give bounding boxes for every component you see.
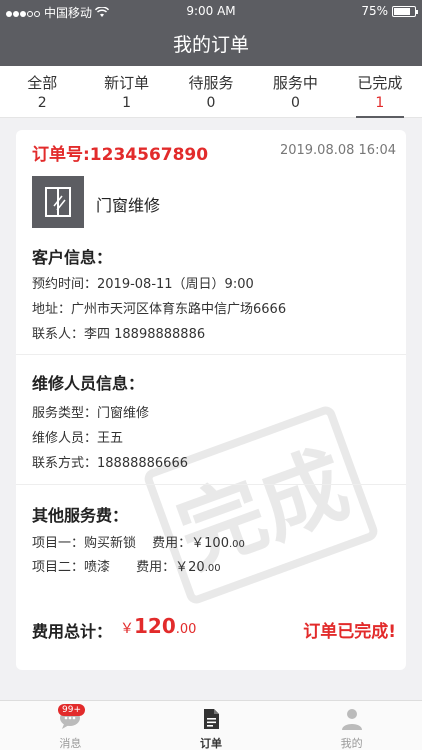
tab-label: 待服务 [188, 74, 234, 92]
page-title: 我的订单 [0, 24, 422, 66]
document-icon [204, 709, 219, 729]
bottom-tab-messages[interactable]: 99+ 消息 [0, 701, 141, 750]
bottom-tab-label: 消息 [59, 737, 82, 750]
customer-contact: 联系人：李四 18898888886 [32, 327, 206, 342]
tab-label: 服务中 [272, 74, 318, 92]
tab-count: 2 [37, 95, 47, 111]
customer-info-title: 客户信息： [32, 248, 113, 267]
bottom-tab-orders[interactable]: 订单 [141, 701, 282, 750]
repair-info-title: 维修人员信息： [32, 374, 145, 393]
repair-phone: 联系方式：18888886666 [32, 456, 188, 471]
tab-all[interactable]: 全部 2 [0, 66, 84, 117]
tab-count: 0 [290, 95, 300, 111]
other-fees-title: 其他服务费： [32, 506, 129, 525]
fee-item-decimal: .00 [204, 563, 221, 574]
fee-item-amount: 费用：￥20 [136, 560, 205, 575]
order-tabs: 全部 2 新订单 1 待服务 0 服务中 0 已完成 1 [0, 66, 422, 118]
service-type: 服务类型：门窗维修 [32, 406, 150, 421]
repair-person: 维修人员：王五 [32, 431, 124, 446]
tab-count: 1 [122, 95, 132, 111]
bottom-tab-label: 我的 [340, 737, 363, 750]
order-datetime: 2019.08.08 16:04 [279, 143, 396, 158]
tab-count: 1 [375, 95, 385, 111]
tab-count: 0 [206, 95, 216, 111]
order-header: 订单号:1234567890 2019.08.08 16:04 [32, 140, 396, 166]
messages-badge: 99+ [58, 704, 85, 716]
order-card[interactable]: 完成 订单号:1234567890 2019.08.08 16:04 门窗维修 … [16, 130, 406, 670]
appointment-time: 预约时间：2019-08-11（周日）9:00 [32, 277, 254, 292]
total-decimal: .00 [175, 622, 197, 637]
fee-item-amount: 费用：￥100 [152, 536, 229, 551]
service-name: 门窗维修 [96, 196, 161, 215]
bottom-tab-label: 订单 [200, 737, 222, 750]
tab-new[interactable]: 新订单 1 [84, 66, 168, 117]
customer-address: 地址：广州市天河区体育东路中信广场6666 [32, 302, 287, 317]
tab-in-service[interactable]: 服务中 0 [253, 66, 337, 117]
bottom-tab-bar: 99+ 消息 订单 我的 [0, 700, 422, 750]
window-door-icon [32, 176, 84, 228]
fee-item-2: 项目二：喷漆 费用：￥20.00 [32, 556, 221, 575]
status-right: 75% [361, 4, 418, 18]
divider [16, 354, 406, 355]
order-status: 订单已完成! [303, 622, 396, 642]
total-label: 费用总计： [32, 622, 113, 641]
order-number: 订单号:1234567890 [32, 145, 209, 165]
tab-label: 全部 [27, 74, 58, 92]
battery-icon [392, 5, 418, 17]
fee-item-name: 项目一：购买新锁 [32, 536, 137, 551]
tab-label: 已完成 [357, 74, 403, 92]
battery-percent: 75% [361, 4, 388, 18]
fee-item-1: 项目一：购买新锁 费用：￥100.00 [32, 532, 245, 551]
tab-pending[interactable]: 待服务 0 [169, 66, 253, 117]
person-icon [341, 709, 362, 730]
bottom-tab-mine[interactable]: 我的 [281, 701, 422, 750]
divider [16, 484, 406, 485]
fee-item-name: 项目二：喷漆 [32, 560, 111, 575]
fee-item-decimal: .00 [228, 539, 245, 550]
tab-completed[interactable]: 已完成 1 [338, 66, 422, 118]
status-time: 9:00 AM [186, 4, 236, 18]
tab-label: 新订单 [104, 74, 150, 92]
currency-symbol: ￥ [120, 621, 134, 637]
total-integer: 120 [134, 614, 176, 638]
total-amount: ￥120.00 [120, 614, 196, 638]
status-bar: 中国移动 9:00 AM 75% [0, 0, 422, 24]
completed-stamp-watermark: 完成 [144, 406, 378, 604]
